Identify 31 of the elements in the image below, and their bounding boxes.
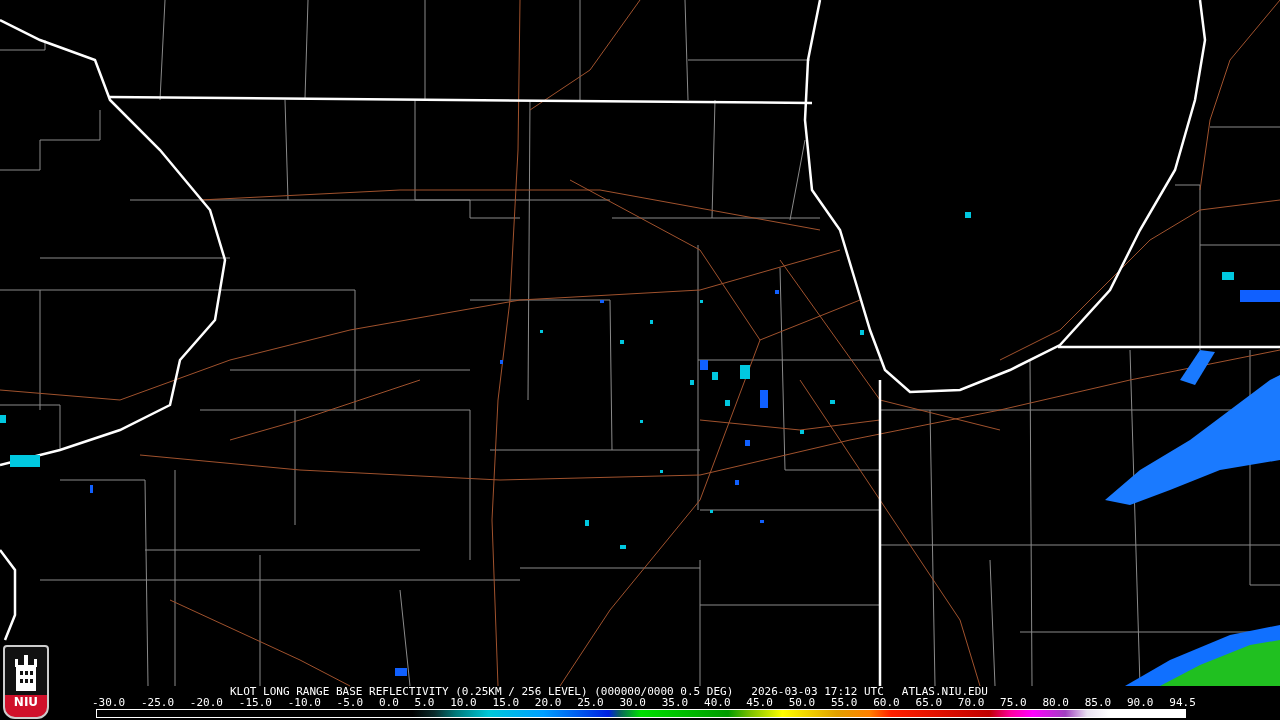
scale-tick-label: 60.0 — [873, 697, 900, 709]
scale-tick-label: -30.0 — [92, 697, 126, 709]
scale-tick-label: -10.0 — [287, 697, 321, 709]
scale-tick-label: -15.0 — [238, 697, 272, 709]
scale-tick-label: 70.0 — [957, 697, 985, 709]
scale-tick-label: 5.0 — [414, 697, 435, 709]
scale-tick-label: 35.0 — [661, 697, 689, 709]
scale-tick-label: 50.0 — [788, 697, 816, 709]
scale-tick-label: 94.5 — [1169, 697, 1196, 709]
scale-tick-label: -25.0 — [140, 697, 175, 709]
logo-text: NIU — [13, 695, 39, 711]
scale-tick-label: 15.0 — [492, 697, 520, 709]
tower-icon — [12, 655, 40, 691]
scale-tick-label: -20.0 — [189, 697, 223, 709]
scale-tick-label: 75.0 — [1000, 697, 1027, 709]
scale-tick-label: 30.0 — [619, 697, 646, 709]
source-url: ATLAS.NIU.EDU — [901, 686, 988, 697]
scale-tick-label: 40.0 — [704, 697, 731, 709]
timestamp: 2026-03-03 17:12 UTC — [751, 686, 884, 697]
scale-tick-label: -5.0 — [336, 697, 364, 709]
scale-tick-label: 80.0 — [1042, 697, 1069, 709]
scale-tick-label: 65.0 — [915, 697, 942, 709]
scale-tick-label: 90.0 — [1127, 697, 1154, 709]
scale-tick-label: 0.0 — [378, 697, 399, 709]
scale-tick-label: 85.0 — [1084, 697, 1112, 709]
scale-tick-label: 25.0 — [577, 697, 604, 709]
scale-tick-label: 10.0 — [450, 697, 477, 709]
product-caption: KLOT LONG RANGE BASE REFLECTIVITY (0.25KM / 256 LEVEL) (000000/0000 0.5 DEG) — [230, 686, 734, 697]
scale-tick-label: 45.0 — [746, 697, 773, 709]
scale-tick-label: 20.0 — [534, 697, 562, 709]
scale-tick-label: 55.0 — [830, 697, 858, 709]
